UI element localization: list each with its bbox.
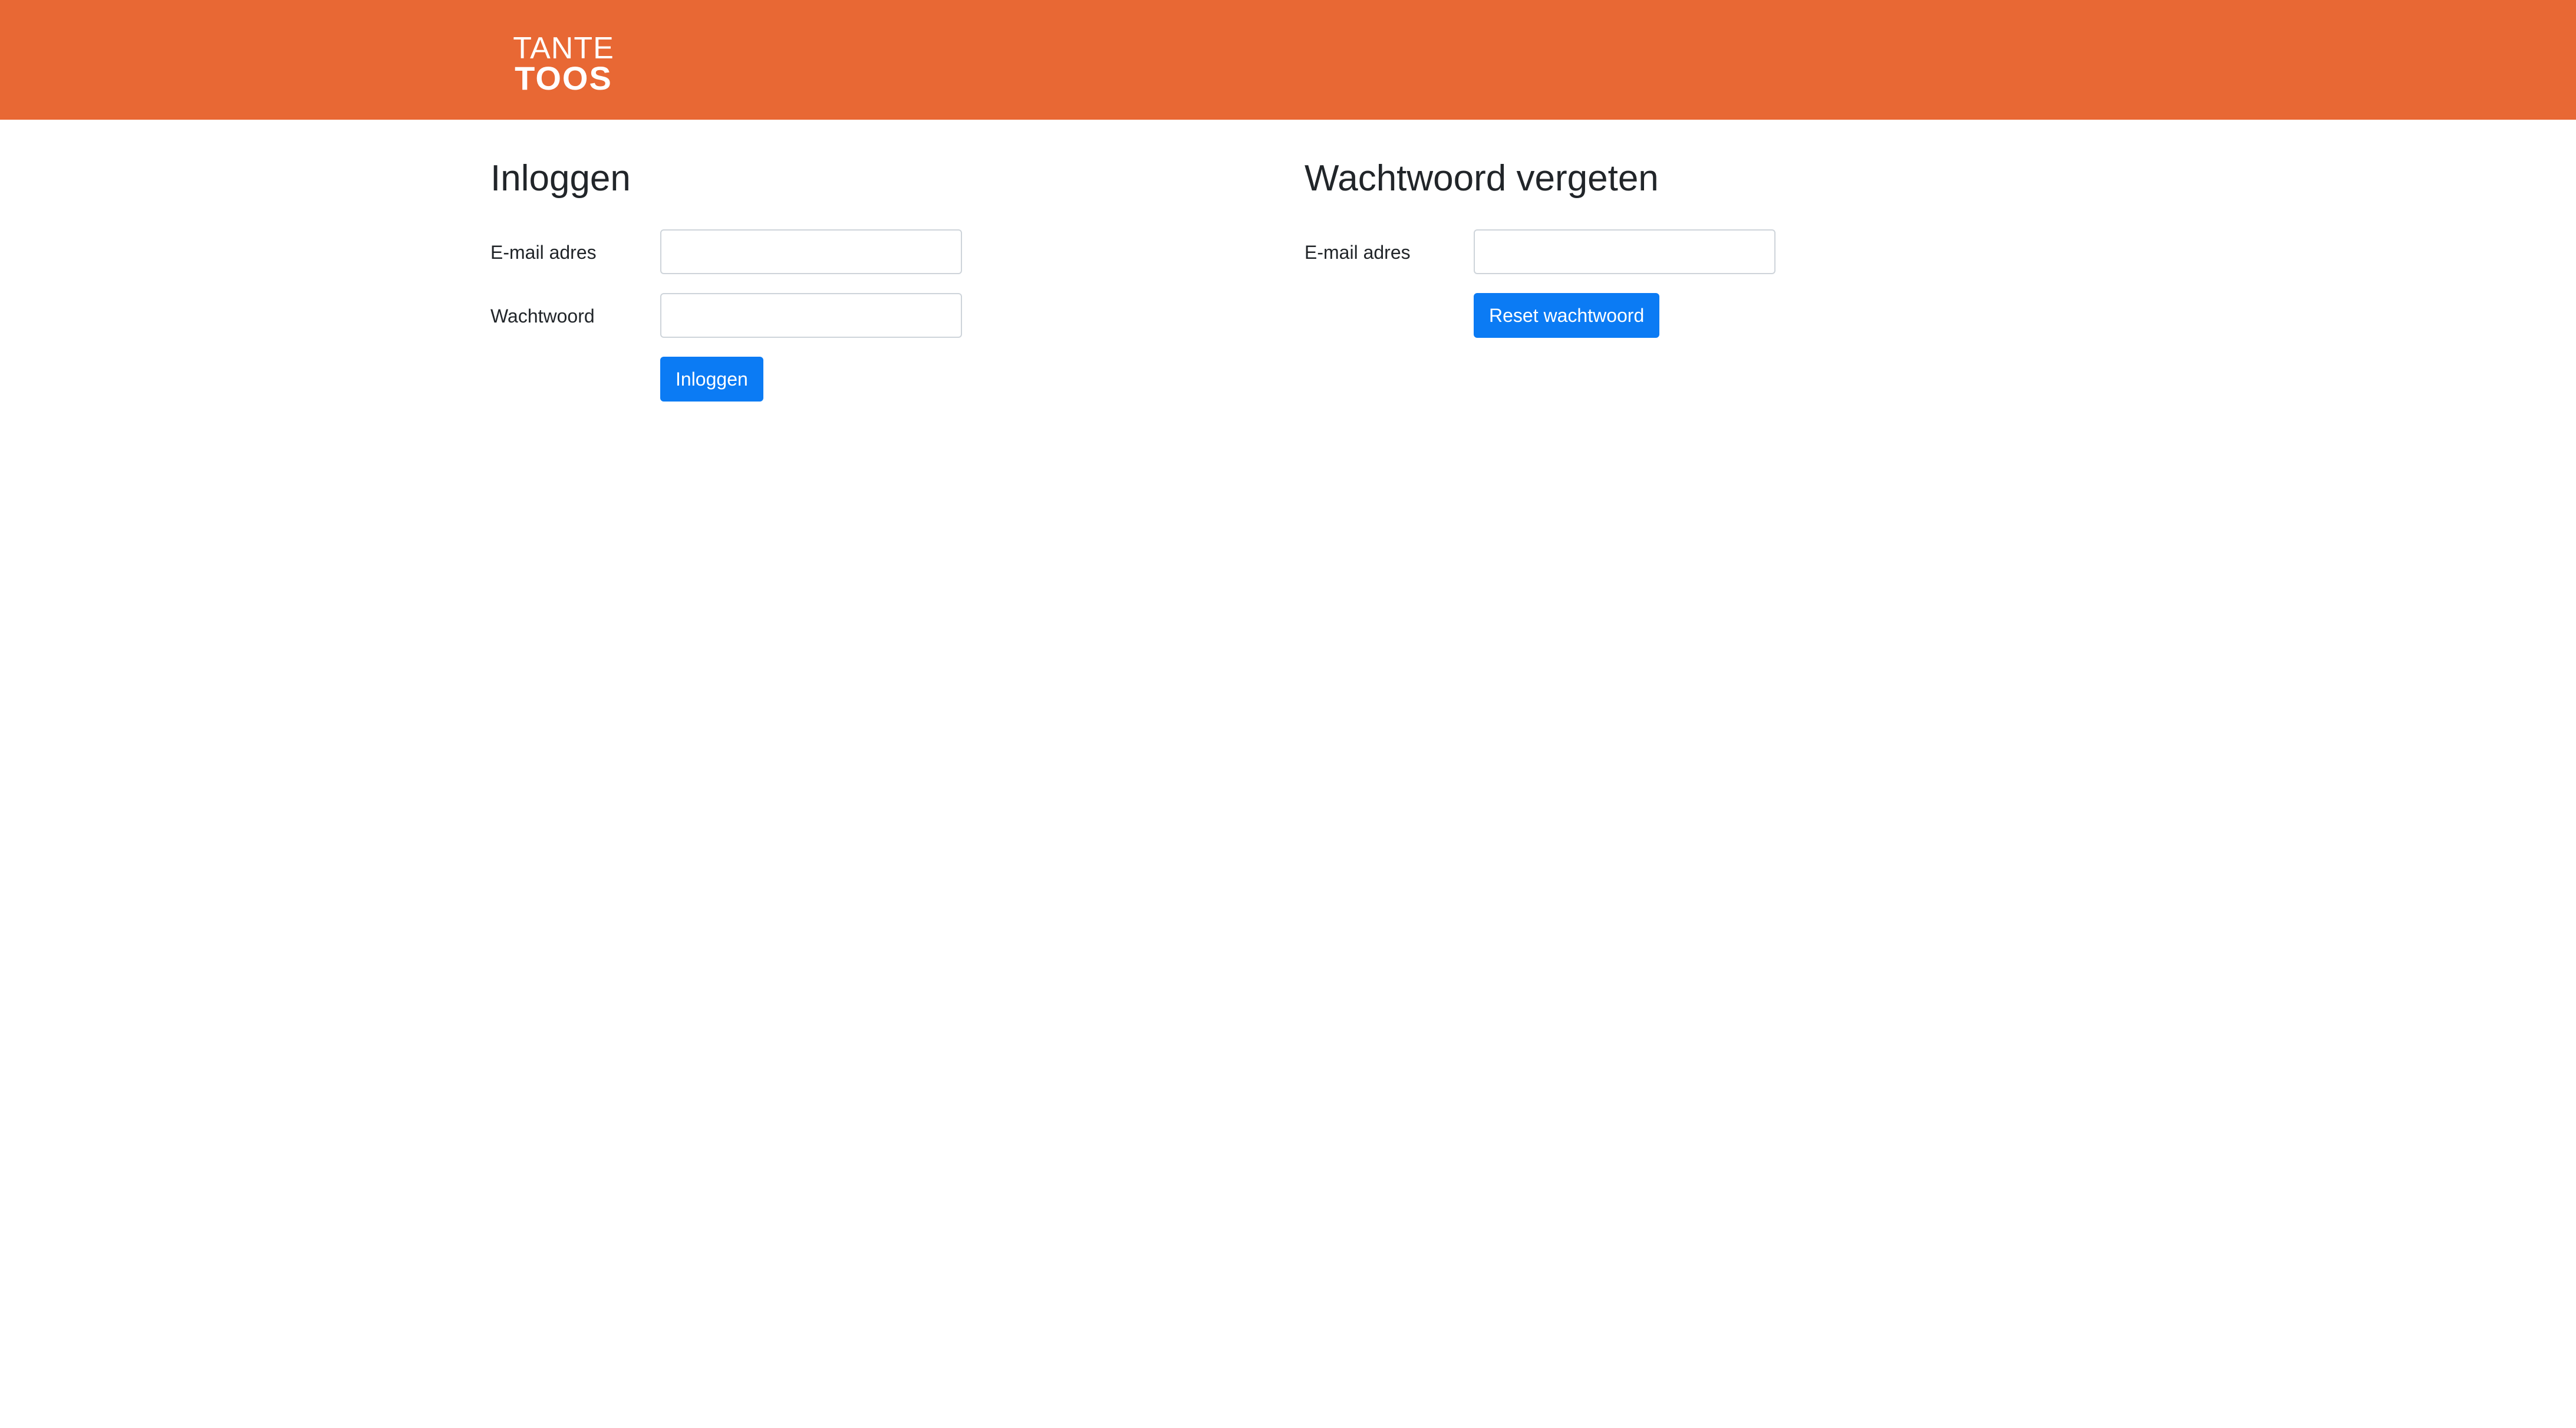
reset-password-button[interactable]: Reset wachtwoord (1474, 293, 1660, 338)
site-header: TANTE TOOS (0, 0, 2576, 120)
login-button[interactable]: Inloggen (660, 357, 763, 402)
tante-toos-logo[interactable]: TANTE TOOS (510, 33, 617, 97)
login-password-label: Wachtwoord (490, 305, 595, 327)
login-title: Inloggen (490, 158, 631, 199)
logo-line-bottom: TOOS (515, 60, 612, 97)
forgot-email-label: E-mail adres (1305, 242, 1411, 263)
login-email-label: E-mail adres (490, 242, 597, 263)
forgot-email-input[interactable] (1474, 229, 1775, 274)
forgot-password-title: Wachtwoord vergeten (1305, 158, 1659, 199)
login-password-input[interactable] (660, 293, 962, 338)
login-email-input[interactable] (660, 229, 962, 274)
